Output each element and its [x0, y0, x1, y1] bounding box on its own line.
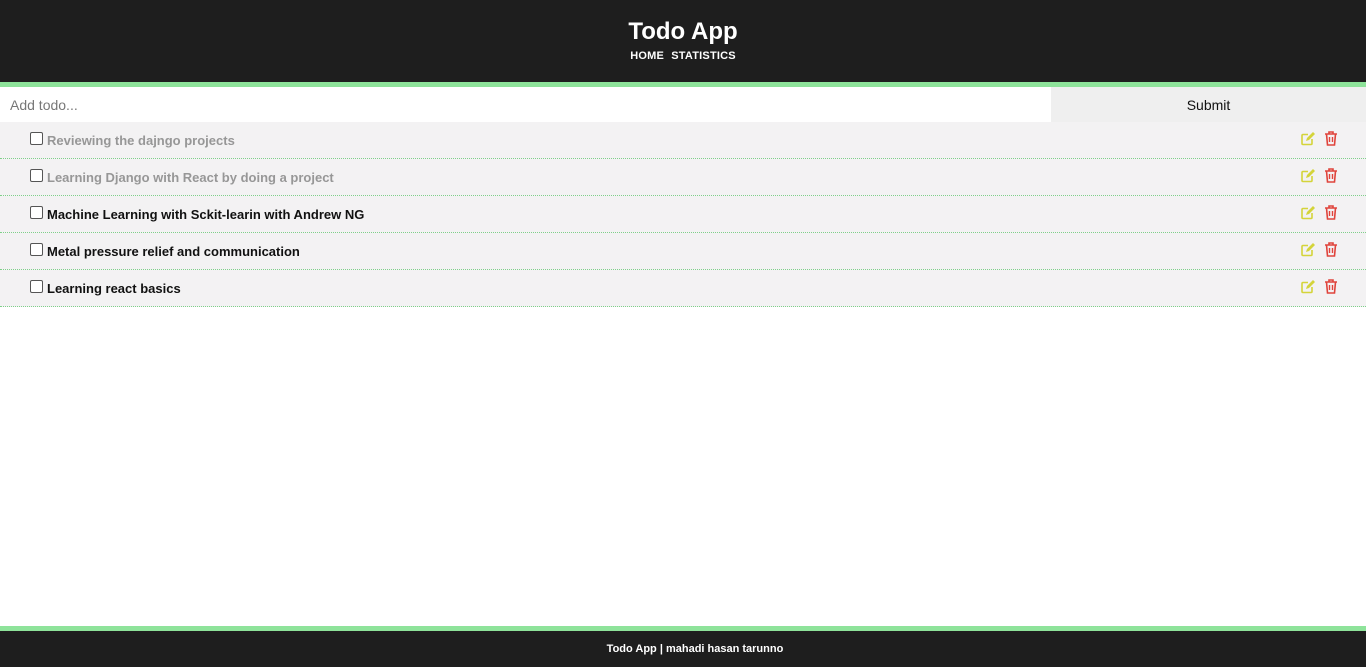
todo-item: Learning react basics	[0, 270, 1366, 307]
trash-icon[interactable]	[1324, 168, 1338, 183]
edit-icon[interactable]	[1301, 131, 1315, 146]
todo-item: Metal pressure relief and communication	[0, 233, 1366, 270]
todo-checkbox[interactable]	[30, 205, 43, 219]
nav-bar: HOME STATISTICS	[0, 50, 1366, 62]
todo-list: Reviewing the dajngo projects Learning Dj…	[0, 122, 1366, 307]
todo-text: Reviewing the dajngo projects	[47, 132, 235, 148]
todo-actions	[1301, 205, 1338, 220]
trash-icon[interactable]	[1324, 205, 1338, 220]
edit-icon[interactable]	[1301, 168, 1315, 183]
todo-checkbox[interactable]	[30, 279, 43, 293]
trash-icon[interactable]	[1324, 131, 1338, 146]
todo-checkbox[interactable]	[30, 131, 43, 145]
add-todo-form: Submit	[0, 87, 1366, 122]
todo-item: Reviewing the dajngo projects	[0, 122, 1366, 159]
todo-checkbox[interactable]	[30, 168, 43, 182]
todo-actions	[1301, 131, 1338, 146]
nav-home-link[interactable]: HOME	[630, 50, 664, 62]
trash-icon[interactable]	[1324, 242, 1338, 257]
todo-text: Machine Learning with Sckit-learin with …	[47, 206, 365, 222]
todo-item: Machine Learning with Sckit-learin with …	[0, 196, 1366, 233]
trash-icon[interactable]	[1324, 279, 1338, 294]
edit-icon[interactable]	[1301, 242, 1315, 257]
submit-button[interactable]: Submit	[1051, 87, 1366, 122]
todo-actions	[1301, 242, 1338, 257]
footer-text: Todo App | mahadi hasan tarunno	[606, 643, 784, 655]
edit-icon[interactable]	[1301, 205, 1315, 220]
app-footer: Todo App | mahadi hasan tarunno	[0, 626, 1366, 667]
add-todo-input[interactable]	[0, 87, 1051, 122]
todo-item: Learning Django with React by doing a pr…	[0, 159, 1366, 196]
todo-text: Learning react basics	[47, 280, 181, 296]
app-header: Todo App HOME STATISTICS	[0, 0, 1366, 87]
todo-actions	[1301, 168, 1338, 183]
todo-text: Learning Django with React by doing a pr…	[47, 169, 334, 185]
todo-checkbox[interactable]	[30, 242, 43, 256]
todo-actions	[1301, 279, 1338, 294]
edit-icon[interactable]	[1301, 279, 1315, 294]
todo-text: Metal pressure relief and communication	[47, 243, 300, 259]
nav-statistics-link[interactable]: STATISTICS	[671, 50, 736, 62]
app-title: Todo App	[628, 18, 738, 45]
